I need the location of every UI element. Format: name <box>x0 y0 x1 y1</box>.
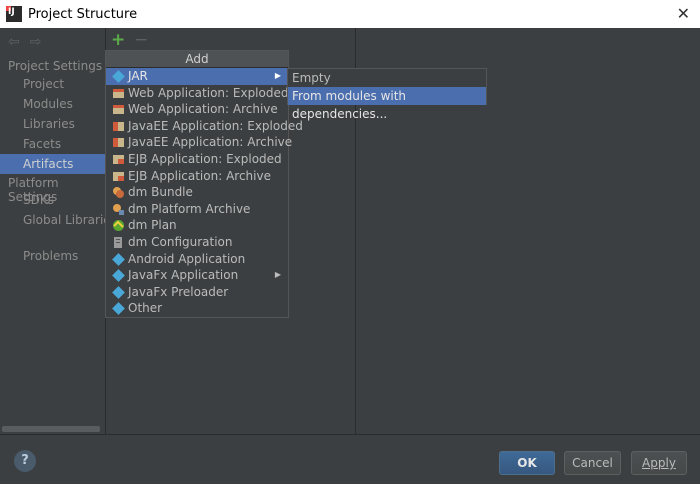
javafx-icon <box>112 285 125 299</box>
window-title: Project Structure <box>28 6 138 22</box>
sidebar-item-problems[interactable]: Problems <box>0 246 106 266</box>
menu-item-javaee-exploded[interactable]: JavaEE Application: Exploded <box>106 118 303 135</box>
menu-item-android-application[interactable]: Android Application <box>106 251 288 268</box>
menu-item-dm-configuration[interactable]: dm Configuration <box>106 234 288 251</box>
javaee-icon <box>113 138 124 148</box>
add-artifact-menu: Add JAR ▶ Web Application: Exploded Web … <box>105 50 303 318</box>
sidebar-item-sdks[interactable]: SDKs <box>0 190 106 210</box>
jar-icon <box>112 70 125 83</box>
ejb-icon <box>113 154 124 164</box>
sidebar-scrollbar[interactable] <box>2 426 100 432</box>
android-icon <box>112 252 125 266</box>
menu-item-label: EJB Application: Exploded <box>128 151 282 166</box>
forward-arrow-icon[interactable]: ⇨ <box>30 34 42 50</box>
dm-plan-icon <box>113 220 124 232</box>
sidebar: ⇦ ⇨ Project Settings Project Modules Lib… <box>0 28 117 434</box>
menu-item-label: Web Application: Archive <box>128 102 278 117</box>
web-app-icon <box>113 88 124 98</box>
add-icon[interactable]: + <box>111 30 125 50</box>
dm-config-icon <box>114 236 122 248</box>
menu-item-dm-platform-archive[interactable]: dm Platform Archive <box>106 201 288 218</box>
dialog-footer: ? OK Cancel Apply <box>0 434 700 484</box>
nav-arrows: ⇦ ⇨ <box>8 34 41 50</box>
submenu-item-from-modules[interactable]: From modules with dependencies... <box>288 87 486 121</box>
sidebar-item-modules[interactable]: Modules <box>0 94 106 114</box>
other-icon <box>112 302 125 316</box>
menu-item-label: JavaEE Application: Exploded <box>128 118 303 133</box>
ejb-icon <box>113 171 124 181</box>
menu-item-javafx-application[interactable]: JavaFx Application ▶ <box>106 267 288 284</box>
intellij-app-icon <box>6 6 22 22</box>
close-icon[interactable]: ✕ <box>677 4 690 23</box>
ok-button[interactable]: OK <box>499 451 555 475</box>
apply-button[interactable]: Apply <box>631 451 687 475</box>
sidebar-item-facets[interactable]: Facets <box>0 134 106 154</box>
menu-item-web-app-archive[interactable]: Web Application: Archive <box>106 101 288 118</box>
web-app-icon <box>113 105 124 115</box>
cancel-button[interactable]: Cancel <box>564 451 621 475</box>
menu-item-label: Other <box>128 301 163 316</box>
submenu-item-empty[interactable]: Empty <box>288 69 486 87</box>
menu-header: Add <box>106 51 288 68</box>
menu-item-label: dm Bundle <box>128 185 193 200</box>
menu-item-label: JAR <box>128 69 148 83</box>
menu-item-javafx-preloader[interactable]: JavaFx Preloader <box>106 284 288 301</box>
menu-item-javaee-archive[interactable]: JavaEE Application: Archive <box>106 134 292 151</box>
dm-bundle-icon <box>113 187 124 199</box>
javafx-icon <box>112 269 125 282</box>
menu-item-label: dm Plan <box>128 218 177 233</box>
sidebar-item-project[interactable]: Project <box>0 74 106 94</box>
title-bar: Project Structure ✕ <box>0 0 700 28</box>
menu-item-label: dm Platform Archive <box>128 201 251 216</box>
submenu-arrow-icon: ▶ <box>274 71 281 80</box>
sidebar-item-artifacts[interactable]: Artifacts <box>0 154 106 174</box>
menu-item-ejb-exploded[interactable]: EJB Application: Exploded <box>106 151 288 168</box>
menu-item-jar[interactable]: JAR ▶ <box>106 68 288 85</box>
menu-item-label: Web Application: Exploded <box>128 85 289 100</box>
dm-platform-icon <box>113 203 124 215</box>
jar-submenu: Empty From modules with dependencies... <box>287 68 487 121</box>
menu-item-dm-bundle[interactable]: dm Bundle <box>106 184 288 201</box>
menu-item-label: dm Configuration <box>128 234 233 249</box>
submenu-arrow-icon: ▶ <box>274 270 281 280</box>
project-settings-heading: Project Settings <box>8 59 103 73</box>
menu-item-label: Android Application <box>128 251 246 266</box>
back-arrow-icon[interactable]: ⇦ <box>8 34 20 50</box>
menu-item-web-app-exploded[interactable]: Web Application: Exploded <box>106 85 288 102</box>
menu-item-ejb-archive[interactable]: EJB Application: Archive <box>106 168 288 185</box>
menu-item-dm-plan[interactable]: dm Plan <box>106 217 288 234</box>
menu-item-other[interactable]: Other <box>106 300 288 317</box>
menu-item-label: EJB Application: Archive <box>128 168 271 183</box>
menu-item-label: JavaEE Application: Archive <box>128 135 293 150</box>
sidebar-item-libraries[interactable]: Libraries <box>0 114 106 134</box>
javaee-icon <box>113 121 124 131</box>
menu-item-label: JavaFx Preloader <box>128 284 229 299</box>
sidebar-item-global-libraries[interactable]: Global Libraries <box>0 210 117 230</box>
remove-icon[interactable]: − <box>134 30 148 50</box>
menu-item-label: JavaFx Application <box>128 268 239 283</box>
help-icon[interactable]: ? <box>14 450 36 472</box>
